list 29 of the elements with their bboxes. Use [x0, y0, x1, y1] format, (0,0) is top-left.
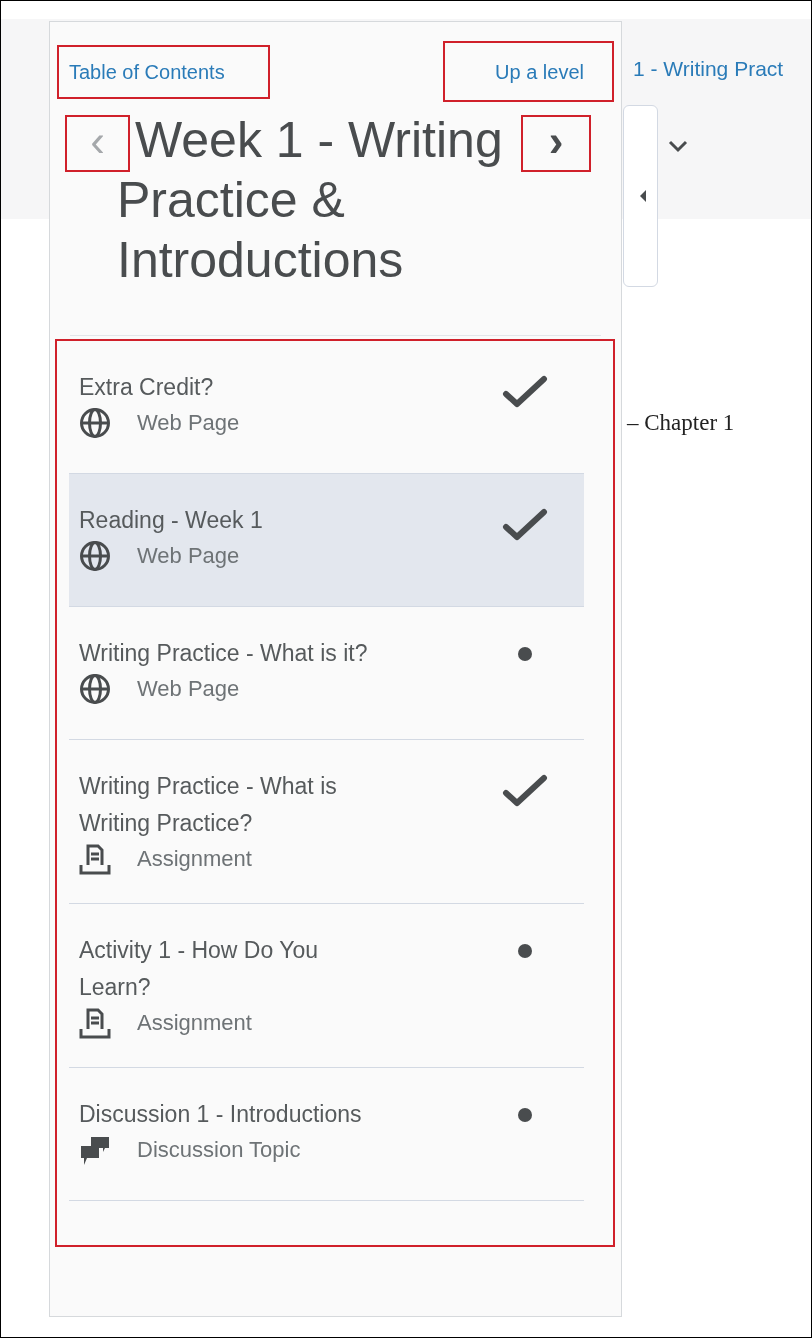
item-type: Web Page	[137, 409, 240, 437]
item-title: Discussion 1 - Introductions	[79, 1100, 363, 1129]
content-item[interactable]: Reading - Week 1 Web Page	[69, 474, 584, 607]
globe-icon	[79, 672, 111, 705]
chevron-down-icon[interactable]	[668, 139, 688, 153]
item-type: Assignment	[137, 1009, 252, 1037]
item-type: Assignment	[137, 845, 252, 873]
item-title: Writing Practice - What is Writing Practice?	[79, 772, 338, 838]
caret-left-icon	[639, 189, 647, 203]
content-item[interactable]: Activity 1 - How Do You Learn? Assignment	[69, 904, 584, 1068]
item-title: Writing Practice - What is it?	[79, 639, 369, 668]
content-item[interactable]: Writing Practice - What is Writing Practice? Assignment	[69, 740, 584, 904]
content-text: – Chapter 1	[627, 409, 735, 437]
table-of-contents-link[interactable]: Table of Contents	[57, 45, 270, 99]
item-type: Discussion Topic	[137, 1136, 301, 1164]
document-tray-icon	[79, 1006, 111, 1039]
up-a-level-link[interactable]: Up a level	[443, 41, 614, 102]
breadcrumb-link[interactable]: 1 - Writing Pract	[633, 53, 784, 85]
item-title: Reading - Week 1	[79, 506, 264, 535]
content-item[interactable]: Writing Practice - What is it? Web Page	[69, 607, 584, 740]
item-title: Extra Credit?	[79, 373, 215, 402]
globe-icon	[79, 406, 111, 439]
next-button[interactable]: ›	[521, 115, 591, 172]
item-type: Web Page	[137, 675, 240, 703]
content-item[interactable]: Discussion 1 - Introductions Discussion Topic	[69, 1068, 584, 1201]
document-tray-icon	[79, 842, 111, 875]
item-type: Web Page	[137, 542, 240, 570]
item-title: Activity 1 - How Do You Learn?	[79, 936, 320, 1002]
globe-icon	[79, 539, 111, 572]
